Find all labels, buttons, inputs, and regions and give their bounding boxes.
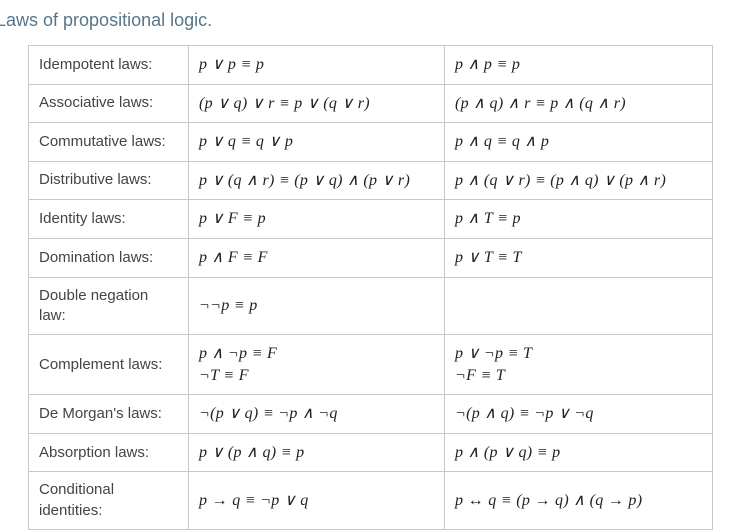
law-eq-idempotent-1: p ∨ p ≡ p: [189, 46, 445, 85]
law-eq-domination-2: p ∨ T ≡ T: [445, 238, 713, 277]
law-eq-commutative-2: p ∧ q ≡ q ∧ p: [445, 123, 713, 162]
law-eq-distributive-1: p ∨ (q ∧ r) ≡ (p ∨ q) ∧ (p ∨ r): [189, 161, 445, 200]
table-row: Idempotent laws: p ∨ p ≡ p p ∧ p ≡ p: [29, 46, 713, 85]
law-eq-demorgan-2: ¬(p ∧ q) ≡ ¬p ∨ ¬q: [445, 395, 713, 434]
table-row: Distributive laws: p ∨ (q ∧ r) ≡ (p ∨ q)…: [29, 161, 713, 200]
table-row: Domination laws: p ∧ F ≡ F p ∨ T ≡ T: [29, 238, 713, 277]
law-eq-complement-2: p ∨ ¬p ≡ T ¬F ≡ T: [445, 335, 713, 395]
law-label-conditional: Conditional identities:: [29, 472, 189, 530]
table-row: Absorption laws: p ∨ (p ∧ q) ≡ p p ∧ (p …: [29, 433, 713, 472]
law-label-absorption: Absorption laws:: [29, 433, 189, 472]
law-eq-identity-1: p ∨ F ≡ p: [189, 200, 445, 239]
law-eq-commutative-1: p ∨ q ≡ q ∨ p: [189, 123, 445, 162]
law-eq-absorption-2: p ∧ (p ∨ q) ≡ p: [445, 433, 713, 472]
law-eq-absorption-1: p ∨ (p ∧ q) ≡ p: [189, 433, 445, 472]
laws-table: Idempotent laws: p ∨ p ≡ p p ∧ p ≡ p Ass…: [28, 45, 713, 530]
law-label-distributive: Distributive laws:: [29, 161, 189, 200]
law-eq-domination-1: p ∧ F ≡ F: [189, 238, 445, 277]
law-label-identity: Identity laws:: [29, 200, 189, 239]
law-label-idempotent: Idempotent laws:: [29, 46, 189, 85]
law-eq-complement-1: p ∧ ¬p ≡ F ¬T ≡ F: [189, 335, 445, 395]
law-eq-identity-2: p ∧ T ≡ p: [445, 200, 713, 239]
law-eq-complement-1b: ¬T ≡ F: [199, 367, 249, 384]
law-eq-associative-2: (p ∧ q) ∧ r ≡ p ∧ (q ∧ r): [445, 84, 713, 123]
law-eq-conditional-2: p ↔ q ≡ (p → q) ∧ (q → p): [445, 472, 713, 530]
law-label-commutative: Commutative laws:: [29, 123, 189, 162]
law-eq-complement-2a: p ∨ ¬p ≡ T: [455, 345, 532, 362]
law-label-demorgan: De Morgan's laws:: [29, 395, 189, 434]
table-row: Double negation law: ¬¬p ≡ p: [29, 277, 713, 335]
law-eq-double-negation-1: ¬¬p ≡ p: [189, 277, 445, 335]
law-label-double-negation: Double negation law:: [29, 277, 189, 335]
law-eq-associative-1: (p ∨ q) ∨ r ≡ p ∨ (q ∨ r): [189, 84, 445, 123]
table-row: Identity laws: p ∨ F ≡ p p ∧ T ≡ p: [29, 200, 713, 239]
law-eq-distributive-2: p ∧ (q ∨ r) ≡ (p ∧ q) ∨ (p ∧ r): [445, 161, 713, 200]
law-eq-complement-1a: p ∧ ¬p ≡ F: [199, 345, 277, 362]
page-title: Laws of propositional logic.: [0, 0, 740, 45]
law-label-domination: Domination laws:: [29, 238, 189, 277]
table-row: De Morgan's laws: ¬(p ∨ q) ≡ ¬p ∧ ¬q ¬(p…: [29, 395, 713, 434]
law-eq-idempotent-2: p ∧ p ≡ p: [445, 46, 713, 85]
law-label-complement: Complement laws:: [29, 335, 189, 395]
laws-table-container: Idempotent laws: p ∨ p ≡ p p ∧ p ≡ p Ass…: [0, 45, 740, 530]
table-row: Associative laws: (p ∨ q) ∨ r ≡ p ∨ (q ∨…: [29, 84, 713, 123]
law-label-associative: Associative laws:: [29, 84, 189, 123]
law-eq-double-negation-2: [445, 277, 713, 335]
table-row: Complement laws: p ∧ ¬p ≡ F ¬T ≡ F p ∨ ¬…: [29, 335, 713, 395]
law-eq-conditional-1: p → q ≡ ¬p ∨ q: [189, 472, 445, 530]
table-row: Conditional identities: p → q ≡ ¬p ∨ q p…: [29, 472, 713, 530]
law-eq-demorgan-1: ¬(p ∨ q) ≡ ¬p ∧ ¬q: [189, 395, 445, 434]
law-eq-complement-2b: ¬F ≡ T: [455, 367, 505, 384]
table-row: Commutative laws: p ∨ q ≡ q ∨ p p ∧ q ≡ …: [29, 123, 713, 162]
